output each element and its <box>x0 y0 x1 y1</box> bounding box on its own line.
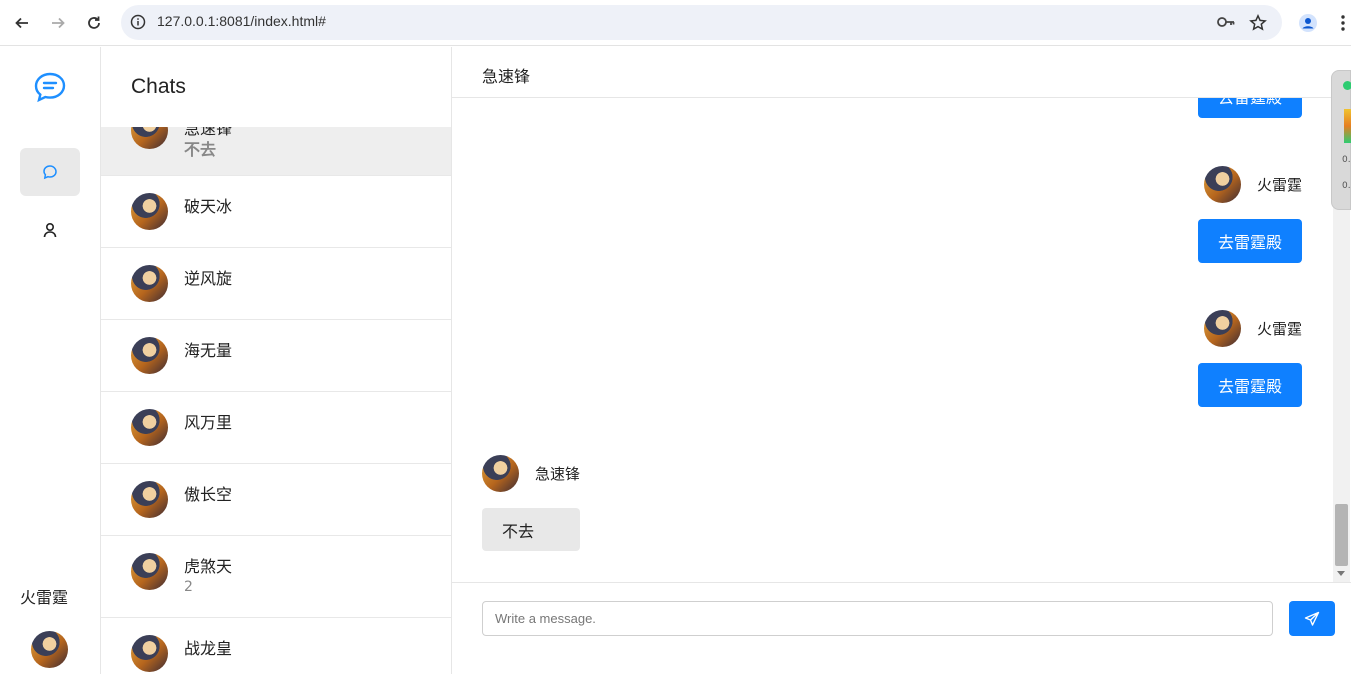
chat-list-item[interactable]: 海无量 <box>101 320 451 392</box>
browser-toolbar: 127.0.0.1:8081/index.html# <box>0 0 1351 46</box>
chat-logo-icon <box>34 72 66 103</box>
sender-name: 火雷霆 <box>1257 176 1303 194</box>
avatar <box>1204 310 1241 347</box>
outgoing-message-bubble: 去雷霆殿 <box>1198 219 1302 263</box>
avatar <box>131 409 168 446</box>
message-sender: 火雷霆 <box>1204 166 1302 203</box>
message-composer <box>452 582 1351 674</box>
contacts-nav-button[interactable] <box>20 206 80 254</box>
scroll-down-icon[interactable] <box>1337 571 1345 576</box>
avatar <box>1204 166 1241 203</box>
kebab-menu-icon <box>1341 15 1345 31</box>
chat-name: 虎煞天 <box>184 557 233 576</box>
widget-value: 0. <box>1342 155 1351 165</box>
user-icon <box>43 222 57 238</box>
avatar <box>131 635 168 672</box>
chat-name: 战龙皇 <box>184 639 233 658</box>
send-icon <box>1304 611 1320 626</box>
profile-button[interactable] <box>1296 11 1320 35</box>
avatar <box>131 265 168 302</box>
conversation-title: 急速锋 <box>482 67 531 86</box>
message-sender: 火雷霆 <box>1204 310 1302 347</box>
current-user-avatar[interactable] <box>31 631 68 668</box>
chat-list: 急速锋 不去 破天冰 逆风旋 海无量 风万里 傲长空 虎煞天 2 战龙皇 <box>101 127 451 674</box>
message-sender: 急速锋 <box>482 455 580 492</box>
extension-widget[interactable]: 0. 0. <box>1331 70 1351 210</box>
widget-value: 0. <box>1342 181 1351 191</box>
chat-name: 傲长空 <box>184 485 233 504</box>
icon-rail: 火雷霆 <box>0 47 101 674</box>
chat-list-item[interactable]: 虎煞天 2 <box>101 536 451 618</box>
avatar <box>131 127 168 149</box>
back-button[interactable] <box>10 11 34 35</box>
avatar <box>131 553 168 590</box>
arrow-right-icon <box>52 17 65 29</box>
reload-button[interactable] <box>82 11 106 35</box>
conversation-header: 急速锋 <box>452 47 1351 98</box>
chat-name: 破天冰 <box>184 197 233 216</box>
outgoing-message-bubble: 去雷霆殿 <box>1198 363 1302 407</box>
avatar <box>131 481 168 518</box>
chat-name: 海无量 <box>184 341 233 360</box>
chat-bubble-icon <box>43 165 57 180</box>
chat-list-item[interactable]: 战龙皇 <box>101 618 451 674</box>
outgoing-message-bubble: 去雷霆殿 <box>1198 98 1302 118</box>
chat-list-panel: Chats 急速锋 不去 破天冰 逆风旋 海无量 风万里 傲长空 虎煞天 2 战… <box>101 47 452 674</box>
reload-icon <box>88 16 100 29</box>
chat-last-message: 不去 <box>184 140 217 159</box>
scroll-thumb[interactable] <box>1335 504 1348 566</box>
profile-icon <box>1299 14 1317 32</box>
key-icon[interactable] <box>1216 14 1236 30</box>
status-dot-icon <box>1343 81 1351 90</box>
arrow-left-icon <box>15 17 28 29</box>
chat-list-title: Chats <box>131 75 186 98</box>
chat-list-item[interactable]: 急速锋 不去 <box>101 127 451 176</box>
chat-list-item[interactable]: 逆风旋 <box>101 248 451 320</box>
avatar <box>482 455 519 492</box>
sender-name: 火雷霆 <box>1257 320 1303 338</box>
chat-list-item[interactable]: 破天冰 <box>101 176 451 248</box>
address-bar[interactable]: 127.0.0.1:8081/index.html# <box>121 5 1282 40</box>
message-input[interactable] <box>482 601 1273 636</box>
avatar <box>131 337 168 374</box>
chat-name: 逆风旋 <box>184 269 233 288</box>
forward-button[interactable] <box>46 11 70 35</box>
browser-menu-button[interactable] <box>1331 11 1351 35</box>
unread-count: 2 <box>184 579 193 595</box>
chat-name: 风万里 <box>184 413 233 432</box>
current-user-name: 火雷霆 <box>20 588 69 607</box>
avatar <box>131 193 168 230</box>
conversation-panel: 急速锋 去雷霆殿 火雷霆 去雷霆殿 火雷霆 去雷霆殿 急速锋 不去 <box>452 47 1351 674</box>
message-list: 去雷霆殿 火雷霆 去雷霆殿 火雷霆 去雷霆殿 急速锋 不去 <box>452 98 1333 582</box>
send-button[interactable] <box>1289 601 1335 636</box>
info-icon[interactable] <box>130 14 146 30</box>
chat-list-item[interactable]: 风万里 <box>101 392 451 464</box>
chats-nav-button[interactable] <box>20 148 80 196</box>
incoming-message-bubble: 不去 <box>482 508 580 551</box>
sender-name: 急速锋 <box>535 465 581 483</box>
url-text: 127.0.0.1:8081/index.html# <box>157 13 326 29</box>
star-icon[interactable] <box>1249 14 1267 32</box>
level-bar <box>1344 109 1351 143</box>
chat-list-item[interactable]: 傲长空 <box>101 464 451 536</box>
